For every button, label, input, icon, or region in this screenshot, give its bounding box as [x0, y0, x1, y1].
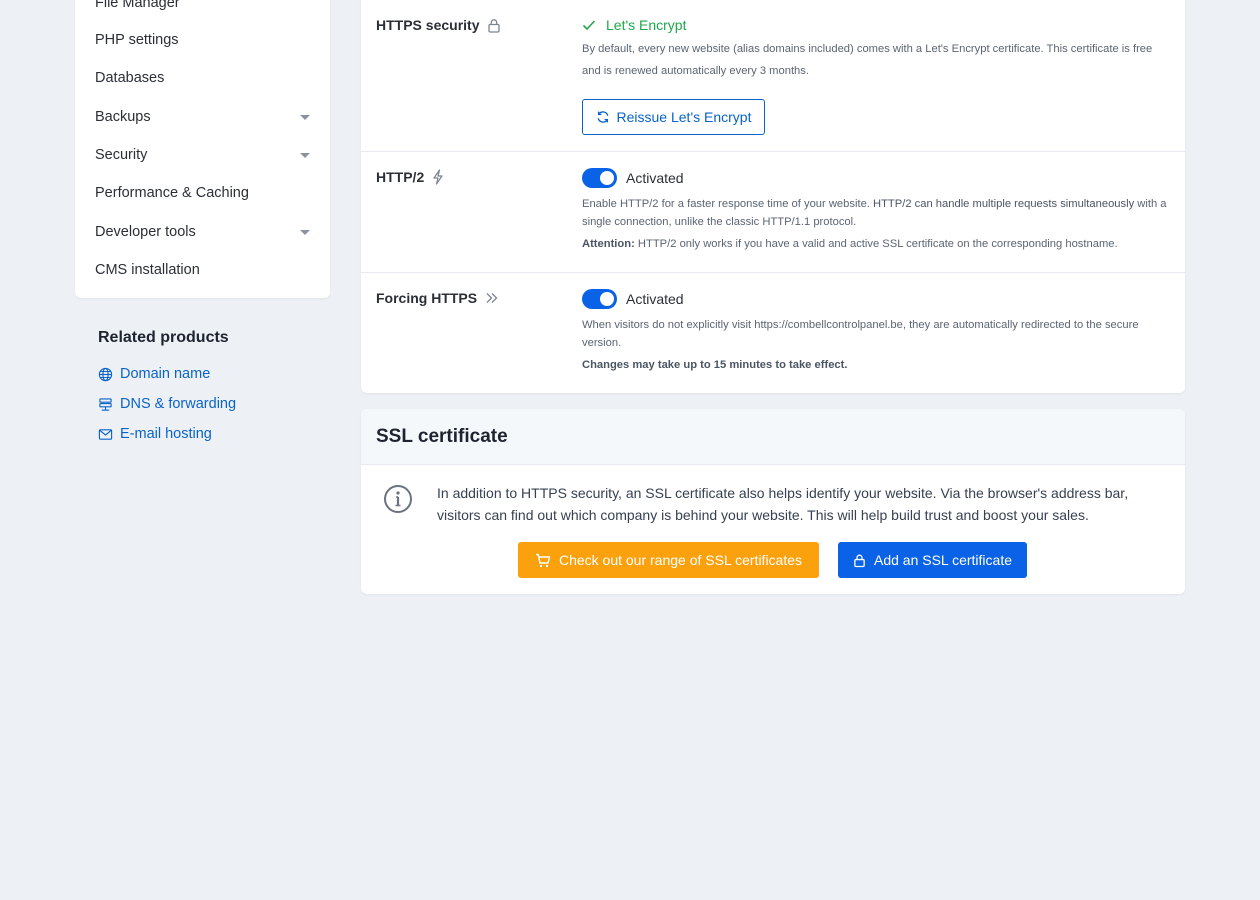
http2-attention: Attention: HTTP/2 only works if you have… — [582, 235, 1167, 253]
refresh-icon — [597, 111, 608, 123]
http2-content: Activated Enable HTTP/2 for a faster res… — [582, 168, 1167, 253]
forcing-https-note: Changes may take up to 15 minutes to tak… — [582, 359, 848, 371]
sidebar-item-label: Developer tools — [95, 224, 196, 240]
row-label-text: HTTPS security — [376, 17, 480, 33]
sidebar-item-php-settings[interactable]: PHP settings — [95, 25, 312, 55]
mail-icon — [98, 428, 113, 440]
check-icon — [582, 20, 596, 31]
sidebar-nav: File Manager PHP settings Databases Back… — [75, 0, 330, 298]
sidebar-item-performance-caching[interactable]: Performance & Caching — [95, 178, 312, 208]
reissue-lets-encrypt-button[interactable]: Reissue Let's Encrypt — [582, 99, 765, 135]
http2-description: Enable HTTP/2 for a faster response time… — [582, 195, 1167, 231]
sidebar-item-cms-installation[interactable]: CMS installation — [95, 255, 312, 285]
sidebar-item-label: Backups — [95, 109, 151, 125]
sidebar-item-databases[interactable]: Databases — [95, 63, 312, 93]
sidebar-item-label: CMS installation — [95, 262, 200, 278]
info-icon — [384, 485, 412, 513]
lets-encrypt-status-text: Let's Encrypt — [606, 17, 687, 33]
related-link-domain-name[interactable]: Domain name — [98, 359, 330, 389]
sidebar-item-label: PHP settings — [95, 32, 179, 48]
toggle-knob — [600, 292, 614, 306]
lock-icon — [488, 18, 501, 33]
sidebar-item-label: Security — [95, 147, 148, 163]
forcing-https-toggle-row: Activated — [582, 289, 1167, 309]
sidebar-item-label: Performance & Caching — [95, 185, 249, 201]
https-security-label: HTTPS security — [376, 17, 501, 33]
ssl-certificate-title: SSL certificate — [361, 409, 1185, 465]
http2-description-bold: HTTP/2 can handle multiple requests simu… — [873, 198, 1135, 210]
related-link-label: E-mail hosting — [120, 426, 212, 442]
forcing-https-toggle[interactable] — [582, 289, 617, 309]
caret-down-icon — [300, 114, 310, 120]
forcing-https-content: Activated When visitors do not explicitl… — [582, 289, 1167, 374]
dns-icon — [99, 397, 112, 411]
row-label-text: HTTP/2 — [376, 169, 425, 185]
attention-label: Attention: — [582, 238, 635, 250]
lightning-icon — [433, 169, 443, 185]
lock-icon — [854, 554, 865, 567]
http2-row: HTTP/2 Activated Enable HTTP/2 for a fas… — [361, 152, 1185, 273]
sidebar-item-file-manager[interactable]: File Manager — [95, 0, 312, 18]
check-ssl-range-label: Check out our range of SSL certificates — [558, 552, 803, 568]
globe-icon — [98, 367, 113, 381]
http2-toggle-row: Activated — [582, 168, 1167, 188]
toggle-knob — [600, 171, 614, 185]
add-ssl-certificate-button[interactable]: Add an SSL certificate — [838, 542, 1027, 578]
sidebar-item-label: File Manager — [95, 0, 180, 11]
ssl-certificate-text: In addition to HTTPS security, an SSL ce… — [437, 485, 1129, 523]
https-settings-card: HTTPS security Let's Encrypt By default,… — [361, 0, 1185, 393]
check-ssl-range-button[interactable]: Check out our range of SSL certificates — [518, 542, 819, 578]
ssl-certificate-card: SSL certificate In addition to HTTPS sec… — [361, 409, 1185, 594]
forcing-https-row: Forcing HTTPS Activated When visitors do… — [361, 273, 1185, 393]
related-products-title: Related products — [98, 329, 229, 346]
row-label-text: Forcing HTTPS — [376, 290, 478, 306]
http2-label: HTTP/2 — [376, 169, 444, 185]
attention-text: HTTP/2 only works if you have a valid an… — [634, 238, 1118, 250]
reissue-button-label: Reissue Let's Encrypt — [616, 109, 752, 125]
lets-encrypt-status: Let's Encrypt — [582, 17, 1167, 33]
https-security-content: Let's Encrypt By default, every new webs… — [582, 17, 1167, 135]
add-ssl-certificate-label: Add an SSL certificate — [873, 552, 1012, 568]
caret-down-icon — [300, 229, 310, 235]
caret-down-icon — [300, 152, 310, 158]
https-security-description: By default, every new website (alias dom… — [582, 43, 1153, 77]
https-security-row: HTTPS security Let's Encrypt By default,… — [361, 0, 1185, 152]
related-link-label: Domain name — [120, 366, 211, 382]
forcing-https-label: Forcing HTTPS — [376, 290, 499, 306]
double-chevron-right-icon — [486, 293, 498, 303]
sidebar-item-security[interactable]: Security — [95, 140, 312, 170]
forcing-https-toggle-label: Activated — [626, 291, 684, 307]
related-link-dns-forwarding[interactable]: DNS & forwarding — [98, 389, 330, 419]
sidebar-item-label: Databases — [95, 70, 165, 86]
http2-toggle[interactable] — [582, 168, 617, 188]
sidebar-item-backups[interactable]: Backups — [95, 102, 312, 132]
related-link-email-hosting[interactable]: E-mail hosting — [98, 419, 330, 449]
cart-icon — [535, 553, 551, 567]
sidebar-item-developer-tools[interactable]: Developer tools — [95, 217, 312, 247]
http2-description-start: Enable HTTP/2 for a faster response time… — [582, 198, 874, 210]
related-products: Related products Domain name DNS & forwa… — [98, 329, 330, 449]
http2-toggle-label: Activated — [626, 170, 684, 186]
forcing-https-description: When visitors do not explicitly visit ht… — [582, 319, 1139, 349]
related-link-label: DNS & forwarding — [120, 396, 237, 412]
